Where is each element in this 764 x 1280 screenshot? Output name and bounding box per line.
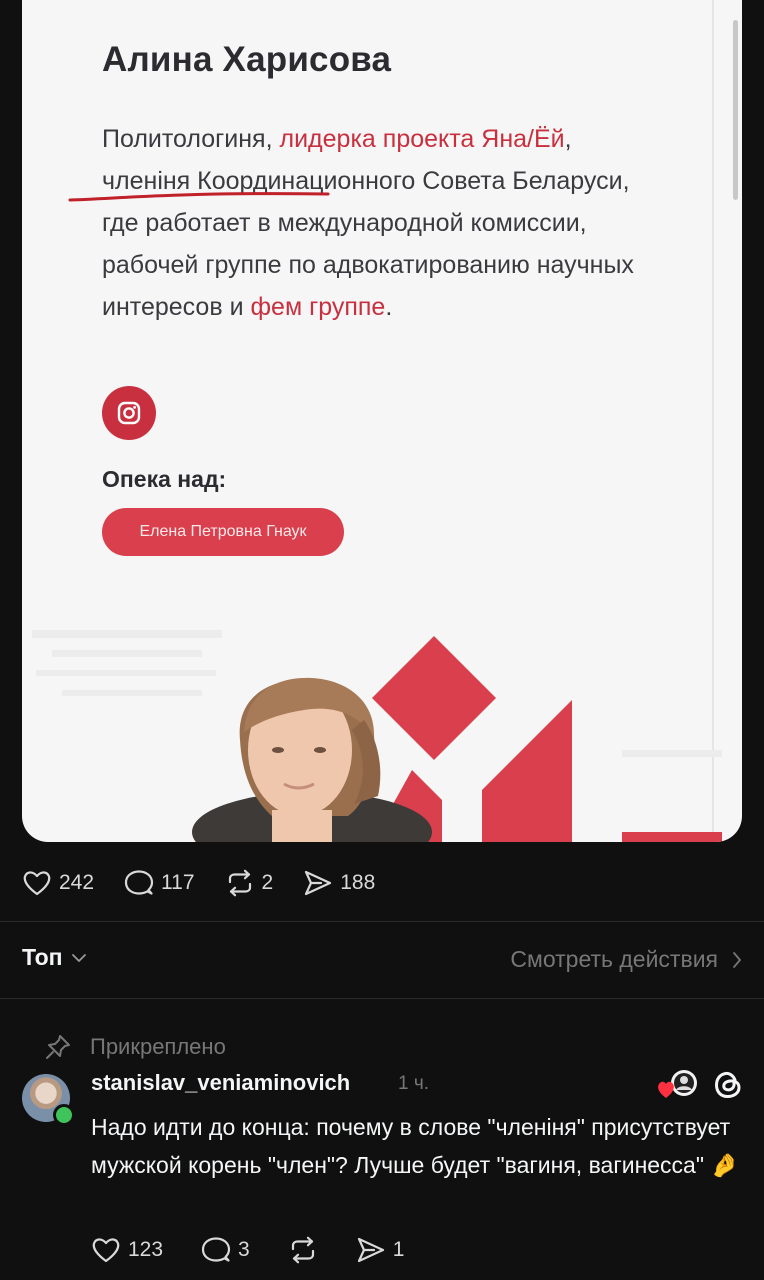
guardianship-label: Опека над: xyxy=(102,466,227,492)
pin-icon xyxy=(46,1035,70,1059)
send-icon xyxy=(305,870,332,896)
bio-link-fem-group: фем группе xyxy=(250,293,386,321)
see-activity-label: Смотреть действия xyxy=(510,946,718,972)
repost-icon xyxy=(291,1236,314,1264)
comment-icon xyxy=(201,1237,231,1262)
logo-illustration xyxy=(32,630,722,842)
instagram-icon xyxy=(117,401,141,425)
like-button[interactable]: 242 xyxy=(22,869,94,897)
divider xyxy=(0,998,764,999)
scrollbar-thumb xyxy=(733,20,738,200)
online-indicator xyxy=(53,1104,75,1126)
instagram-button xyxy=(102,386,156,440)
threads-icon[interactable] xyxy=(711,1068,745,1102)
divider xyxy=(0,921,764,922)
comment-share-button[interactable]: 1 xyxy=(356,1236,405,1264)
repost-button[interactable]: 2 xyxy=(225,869,274,897)
post-image[interactable]: Алина Харисова Политологиня, лидерка про… xyxy=(22,0,742,842)
profile-name: Алина Харисова xyxy=(102,40,392,79)
pinned-indicator: Прикреплено xyxy=(44,1033,226,1061)
repost-icon xyxy=(228,869,251,897)
comment-actions: 123 3 1 xyxy=(91,1236,442,1264)
comment-repost-button[interactable] xyxy=(288,1236,318,1264)
comment-reply-count: 3 xyxy=(238,1238,250,1261)
chevron-down-icon xyxy=(71,953,86,962)
send-icon xyxy=(357,1237,384,1263)
pinned-label: Прикреплено xyxy=(90,1034,226,1059)
comment-icon xyxy=(124,870,154,895)
comment-like-button[interactable]: 123 xyxy=(91,1236,163,1264)
share-count: 188 xyxy=(340,871,376,894)
comment-like-count: 123 xyxy=(128,1238,164,1261)
author-liked-icon xyxy=(658,1070,697,1098)
bio-text: , членіня Координационного Совета Белару… xyxy=(102,125,634,321)
comment-time: 1 ч. xyxy=(398,1073,430,1094)
like-count: 242 xyxy=(59,871,95,894)
repost-count: 2 xyxy=(261,871,274,894)
comment-username[interactable]: stanislav_veniaminovich xyxy=(91,1070,350,1096)
comment-reply-button[interactable]: 3 xyxy=(201,1236,250,1264)
profile-bio: Политологиня, лидерка проекта Яна/Ёй, чл… xyxy=(102,118,642,328)
ward-chip: Елена Петровна Гнаук xyxy=(102,508,344,556)
sort-dropdown[interactable]: Топ xyxy=(22,944,87,971)
handdrawn-underline xyxy=(68,192,330,202)
comment-button[interactable]: 117 xyxy=(124,869,195,897)
share-button[interactable]: 188 xyxy=(303,869,375,897)
chevron-right-icon xyxy=(733,951,741,968)
bio-link-project: лидерка проекта Яна/Ёй xyxy=(279,125,565,153)
heart-icon xyxy=(23,871,51,896)
bio-text: . xyxy=(385,293,393,321)
comment-count: 117 xyxy=(161,871,195,894)
post-actions: 242 117 2 188 xyxy=(22,866,405,900)
comment-share-count: 1 xyxy=(392,1238,405,1261)
sort-label: Топ xyxy=(22,944,63,970)
heart-icon xyxy=(92,1238,120,1263)
see-activity-link[interactable]: Смотреть действия xyxy=(510,946,742,973)
bio-text: Политологиня, xyxy=(102,125,280,153)
comment-text: Надо идти до конца: почему в слове "член… xyxy=(91,1114,740,1178)
